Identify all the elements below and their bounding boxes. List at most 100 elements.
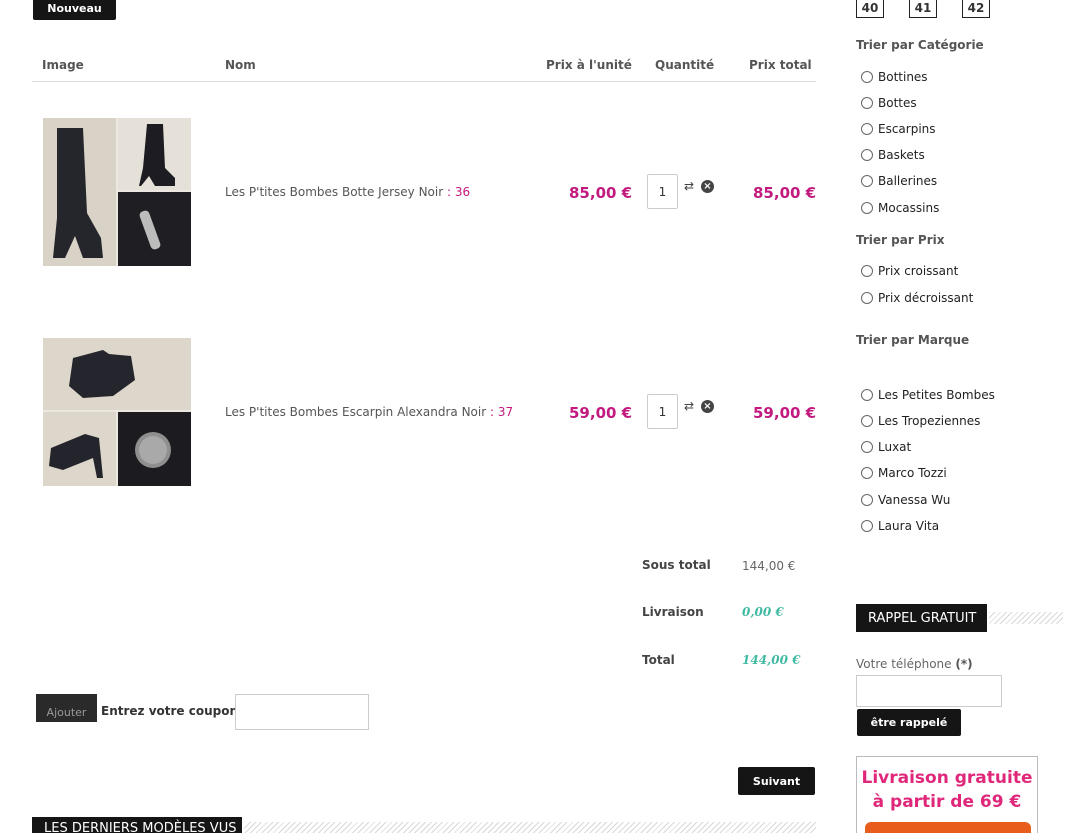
- promo-line-2: à partir de 69 €: [872, 792, 1022, 812]
- brand-option-laura-vita[interactable]: Laura Vita: [861, 519, 939, 533]
- product-image-boot[interactable]: [43, 118, 191, 266]
- callback-button[interactable]: être rappelé: [857, 709, 961, 736]
- header-unit-price: Prix à l'unité: [546, 58, 632, 72]
- coupon-add-label: Ajouter: [46, 706, 87, 719]
- refresh-icon[interactable]: ⇄: [684, 180, 694, 192]
- brand-option-luxat[interactable]: Luxat: [861, 440, 911, 454]
- quantity-input[interactable]: 1: [647, 394, 678, 429]
- brand-option-tropeziennes[interactable]: Les Tropeziennes: [861, 414, 980, 428]
- recent-models-hatch: [244, 822, 816, 833]
- size-42[interactable]: 42: [962, 0, 990, 18]
- radio-icon[interactable]: [861, 520, 873, 532]
- price-option-desc[interactable]: Prix décroissant: [861, 291, 973, 305]
- option-label: Prix décroissant: [878, 291, 974, 305]
- category-option-ballerines[interactable]: Ballerines: [861, 174, 937, 188]
- refresh-icon[interactable]: ⇄: [684, 400, 694, 412]
- size-separator: :: [443, 185, 455, 199]
- radio-icon[interactable]: [861, 149, 873, 161]
- product-name-text[interactable]: Les P'tites Bombes Botte Jersey Noir: [225, 185, 443, 199]
- header-total-price: Prix total: [749, 58, 812, 72]
- brand-option-vanessa-wu[interactable]: Vanessa Wu: [861, 493, 950, 507]
- category-heading: Trier par Catégorie: [856, 38, 984, 52]
- radio-icon[interactable]: [861, 71, 873, 83]
- radio-icon[interactable]: [861, 494, 873, 506]
- recent-models-label: LES DERNIERS MODÈLES VUS: [44, 821, 237, 833]
- shipping-label: Livraison: [642, 605, 704, 619]
- phone-label-text: Votre téléphone: [856, 657, 952, 671]
- radio-icon[interactable]: [861, 123, 873, 135]
- radio-icon[interactable]: [861, 389, 873, 401]
- total-value: 144,00 €: [742, 653, 801, 667]
- radio-icon[interactable]: [861, 441, 873, 453]
- unit-price-1: 85,00 €: [569, 184, 633, 202]
- promo-button[interactable]: [865, 822, 1031, 833]
- option-label: Bottes: [878, 96, 917, 110]
- radio-icon[interactable]: [861, 415, 873, 427]
- callback-button-label: être rappelé: [870, 716, 948, 729]
- option-label: Luxat: [878, 440, 912, 454]
- radio-icon[interactable]: [861, 202, 873, 214]
- option-label: Baskets: [878, 148, 925, 162]
- option-label: Marco Tozzi: [878, 466, 947, 480]
- category-option-escarpins[interactable]: Escarpins: [861, 122, 936, 136]
- header-quantity: Quantité: [655, 58, 715, 72]
- product-size: 37: [497, 405, 514, 419]
- product-image-pump[interactable]: [43, 338, 191, 486]
- radio-icon[interactable]: [861, 467, 873, 479]
- new-button-label: Nouveau: [47, 1, 102, 15]
- price-option-asc[interactable]: Prix croissant: [861, 264, 958, 278]
- total-price-1: 85,00 €: [753, 184, 817, 202]
- category-option-bottes[interactable]: Bottes: [861, 96, 917, 110]
- size-40[interactable]: 40: [856, 0, 884, 18]
- callback-title-label: RAPPEL GRATUIT: [868, 610, 977, 626]
- option-label: Ballerines: [878, 174, 938, 188]
- subtotal-value: 144,00 €: [742, 559, 796, 573]
- product-name-2[interactable]: Les P'tites Bombes Escarpin Alexandra No…: [225, 405, 513, 419]
- coupon-add-button[interactable]: Ajouter: [36, 694, 97, 722]
- subtotal-label: Sous total: [642, 558, 711, 572]
- option-label: Escarpins: [878, 122, 936, 136]
- recent-models-title: LES DERNIERS MODÈLES VUS: [32, 817, 242, 833]
- next-button[interactable]: Suivant: [738, 767, 815, 795]
- header-name: Nom: [225, 58, 256, 72]
- callback-hatch: [989, 612, 1063, 624]
- unit-price-2: 59,00 €: [569, 404, 633, 422]
- option-label: Vanessa Wu: [878, 493, 951, 507]
- new-button[interactable]: Nouveau: [33, 0, 116, 20]
- total-price-2: 59,00 €: [753, 404, 817, 422]
- brand-option-petites-bombes[interactable]: Les Petites Bombes: [861, 388, 995, 402]
- category-option-baskets[interactable]: Baskets: [861, 148, 925, 162]
- radio-icon[interactable]: [861, 175, 873, 187]
- size-separator: :: [486, 405, 498, 419]
- category-option-bottines[interactable]: Bottines: [861, 70, 928, 84]
- size-41[interactable]: 41: [909, 0, 937, 18]
- header-image: Image: [42, 58, 84, 72]
- quantity-input[interactable]: 1: [647, 174, 678, 209]
- product-name-1[interactable]: Les P'tites Bombes Botte Jersey Noir : 3…: [225, 185, 470, 199]
- total-label: Total: [642, 653, 675, 667]
- brand-option-marco-tozzi[interactable]: Marco Tozzi: [861, 466, 947, 480]
- option-label: Bottines: [878, 70, 928, 84]
- option-label: Les Tropeziennes: [878, 414, 981, 428]
- callback-title: RAPPEL GRATUIT: [856, 604, 987, 632]
- remove-icon[interactable]: ×: [701, 400, 714, 413]
- free-shipping-banner[interactable]: Livraison gratuite à partir de 69 €: [856, 756, 1038, 833]
- coupon-input[interactable]: [235, 694, 369, 730]
- category-option-mocassins[interactable]: Mocassins: [861, 201, 939, 215]
- phone-input[interactable]: [856, 675, 1002, 707]
- product-size: 36: [454, 185, 471, 199]
- remove-icon[interactable]: ×: [701, 180, 714, 193]
- radio-icon[interactable]: [861, 292, 873, 304]
- brand-heading: Trier par Marque: [856, 333, 970, 347]
- promo-line-1: Livraison gratuite: [861, 768, 1033, 788]
- shipping-value: 0,00 €: [742, 605, 784, 619]
- option-label: Prix croissant: [878, 264, 959, 278]
- header-divider: [32, 81, 816, 82]
- product-name-text[interactable]: Les P'tites Bombes Escarpin Alexandra No…: [225, 405, 486, 419]
- radio-icon[interactable]: [861, 265, 873, 277]
- option-label: Les Petites Bombes: [878, 388, 995, 402]
- radio-icon[interactable]: [861, 97, 873, 109]
- phone-label: Votre téléphone (*): [856, 657, 973, 671]
- coupon-label: Entrez votre coupon: [101, 704, 239, 718]
- option-label: Mocassins: [878, 201, 940, 215]
